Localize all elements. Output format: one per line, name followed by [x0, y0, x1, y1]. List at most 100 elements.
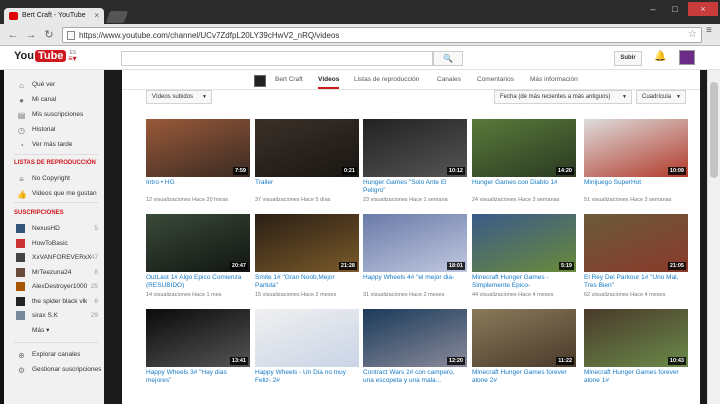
- view-dropdown[interactable]: Cuadrícula ▼: [636, 90, 686, 104]
- search-input[interactable]: [121, 51, 433, 66]
- video-duration: 11:22: [556, 357, 574, 365]
- video-card[interactable]: 20:47 OutLast 1# Algo Epico Comienza (RES…: [146, 214, 250, 309]
- playlist-item-1[interactable]: 👍 Videos que me gustan: [0, 187, 104, 201]
- video-card[interactable]: 5:19 Minecraft Hunger Games - Simplemente…: [472, 214, 576, 309]
- forward-icon[interactable]: →: [24, 28, 38, 42]
- sidebar-footer-label: Explorar canales: [32, 351, 81, 358]
- close-window-button[interactable]: ×: [688, 2, 718, 16]
- tab-playlists[interactable]: Listas de reproducción: [354, 76, 419, 83]
- back-icon[interactable]: ←: [6, 28, 20, 42]
- video-card[interactable]: 21:28 Smite 1# "Gran Noob,Mejor Partida" 1…: [255, 214, 359, 309]
- sidebar-item-0[interactable]: ⌂ Qué ver: [0, 78, 104, 92]
- maximize-button[interactable]: □: [664, 2, 686, 16]
- video-title[interactable]: Minecraft Hunger Games forever alone 2#: [472, 369, 576, 384]
- notifications-bell-icon[interactable]: 🔔: [654, 51, 666, 62]
- video-thumbnail[interactable]: 21:05: [584, 214, 688, 272]
- sidebar-footer-item-1[interactable]: ⚙ Gestionar suscripciones: [0, 363, 104, 377]
- browser-tab[interactable]: Bert Craft - YouTube ×: [4, 8, 104, 24]
- video-card[interactable]: 0:21 Trailer 37 visualizaciones Hace 5 día…: [255, 119, 359, 214]
- video-card[interactable]: Happy Wheels - Un Dia no muy Feliz- 2#: [255, 309, 359, 404]
- video-title[interactable]: Minijuego SuperHot: [584, 179, 688, 187]
- video-card[interactable]: 13:41 Happy Wheels 3# "Hay dias mejores": [146, 309, 250, 404]
- more-subscriptions-link[interactable]: Más ▾: [0, 324, 104, 338]
- video-title[interactable]: Contract Wars 2# con campero, una escope…: [363, 369, 467, 384]
- video-thumbnail[interactable]: 18:01: [363, 214, 467, 272]
- video-thumbnail[interactable]: 7:59: [146, 119, 250, 177]
- video-card[interactable]: 10:43 Minecraft Hunger Games forever alon…: [584, 309, 688, 404]
- video-card[interactable]: 12:20 Contract Wars 2# con campero, una e…: [363, 309, 467, 404]
- uploaded-videos-dropdown[interactable]: Vídeos subidos ▼: [146, 90, 212, 104]
- video-card[interactable]: 11:22 Minecraft Hunger Games forever alon…: [472, 309, 576, 404]
- video-thumbnail[interactable]: 14:20: [472, 119, 576, 177]
- subscription-item-4[interactable]: AlexDestroyer1000 25: [0, 280, 104, 294]
- subscription-item-0[interactable]: NexusHD 5: [0, 222, 104, 236]
- tab-close-icon[interactable]: ×: [94, 11, 99, 20]
- subscription-item-1[interactable]: HowToBasic: [0, 237, 104, 251]
- video-card[interactable]: 18:01 Happy Wheels 4# "el mejor dia- 31 vi…: [363, 214, 467, 309]
- subscription-item-6[interactable]: sirax S.K 29: [0, 309, 104, 323]
- video-thumbnail[interactable]: 20:47: [146, 214, 250, 272]
- subscription-count: 25: [90, 283, 98, 290]
- page-scrollbar[interactable]: [707, 70, 720, 404]
- playlist-item-0[interactable]: ≡ No Copyright: [0, 172, 104, 186]
- sidebar-item-1[interactable]: ● Mi canal: [0, 93, 104, 107]
- new-tab-button[interactable]: [105, 11, 129, 23]
- video-card[interactable]: 14:20 Hunger Games con Diablo 1# 24 visual…: [472, 119, 576, 214]
- subscription-label: NexusHD: [32, 225, 60, 232]
- sidebar-item-4[interactable]: ◔ Ver más tarde: [0, 138, 104, 152]
- upload-button[interactable]: Subir: [614, 51, 642, 66]
- video-title[interactable]: Minecraft Hunger Games - Simplemente Epi…: [472, 274, 576, 289]
- video-title[interactable]: Intro • HG: [146, 179, 250, 187]
- video-title[interactable]: Hunger Games con Diablo 1#: [472, 179, 576, 187]
- video-title[interactable]: Trailer: [255, 179, 359, 187]
- video-title[interactable]: El Rey Del Parkour 1# "Uno Mal, Tres Bie…: [584, 274, 688, 289]
- tab-videos[interactable]: Vídeos: [318, 76, 340, 89]
- video-card[interactable]: 7:59 Intro • HG 12 visualizaciones Hace 20…: [146, 119, 250, 214]
- sort-dropdown[interactable]: Fecha (de más recientes a más antiguos) …: [494, 90, 632, 104]
- guide-menu-icon[interactable]: ≡▾: [68, 54, 77, 63]
- address-bar[interactable]: https://www.youtube.com/channel/UCv7Zdfp…: [62, 27, 702, 43]
- minimize-button[interactable]: –: [642, 2, 664, 16]
- subscription-item-2[interactable]: XxVANFOREVERxX 47: [0, 251, 104, 265]
- youtube-logo[interactable]: You Tube ES: [14, 50, 76, 64]
- sidebar-item-2[interactable]: ▤ Mis suscripciones: [0, 108, 104, 122]
- video-title[interactable]: OutLast 1# Algo Epico Comienza (RESUBIDO…: [146, 274, 250, 289]
- video-thumbnail[interactable]: 10:43: [584, 309, 688, 367]
- video-thumbnail[interactable]: 11:22: [472, 309, 576, 367]
- video-title[interactable]: Minecraft Hunger Games forever alone 1#: [584, 369, 688, 384]
- subscription-item-5[interactable]: the spider black vlk 8: [0, 295, 104, 309]
- search-button[interactable]: 🔍: [433, 51, 463, 66]
- video-title[interactable]: Happy Wheels 3# "Hay dias mejores": [146, 369, 250, 384]
- bookmark-star-icon[interactable]: ☆: [688, 29, 697, 40]
- sidebar-item-3[interactable]: ◷ Historial: [0, 123, 104, 137]
- channel-avatar[interactable]: [254, 75, 266, 87]
- video-title[interactable]: Hunger Games "Solo Ante El Peligro": [363, 179, 467, 194]
- sidebar-footer-item-0[interactable]: ⊕ Explorar canales: [0, 348, 104, 362]
- video-title[interactable]: Happy Wheels 4# "el mejor dia-: [363, 274, 467, 282]
- uploaded-videos-label: Vídeos subidos: [152, 94, 194, 100]
- video-thumbnail[interactable]: 10:09: [584, 119, 688, 177]
- video-age: Hace 5 días: [301, 197, 331, 203]
- video-title[interactable]: Happy Wheels - Un Dia no muy Feliz- 2#: [255, 369, 359, 384]
- video-title[interactable]: Smite 1# "Gran Noob,Mejor Partida": [255, 274, 359, 289]
- video-card[interactable]: 21:05 El Rey Del Parkour 1# "Uno Mal, Tre…: [584, 214, 688, 309]
- subscription-item-3[interactable]: MrTeezuna24 8: [0, 266, 104, 280]
- video-thumbnail[interactable]: 5:19: [472, 214, 576, 272]
- video-card[interactable]: 10:09 Minijuego SuperHot 51 visualizacione…: [584, 119, 688, 214]
- video-thumbnail[interactable]: 12:20: [363, 309, 467, 367]
- video-thumbnail[interactable]: 10:12: [363, 119, 467, 177]
- video-thumbnail[interactable]: 0:21: [255, 119, 359, 177]
- channel-name[interactable]: Bert Craft: [275, 76, 303, 83]
- video-thumbnail[interactable]: [255, 309, 359, 367]
- tab-comments[interactable]: Comentarios: [477, 76, 514, 83]
- browser-menu-icon[interactable]: ≡: [706, 26, 716, 36]
- reload-icon[interactable]: ↻: [42, 28, 56, 42]
- video-thumbnail[interactable]: 21:28: [255, 214, 359, 272]
- account-avatar[interactable]: [679, 50, 695, 65]
- tab-about[interactable]: Más información: [530, 76, 578, 83]
- tab-channels[interactable]: Canales: [437, 76, 461, 83]
- subscription-count: 29: [90, 312, 98, 319]
- video-thumbnail[interactable]: 13:41: [146, 309, 250, 367]
- video-card[interactable]: 10:12 Hunger Games "Solo Ante El Peligro"…: [363, 119, 467, 214]
- scrollbar-thumb[interactable]: [710, 82, 718, 178]
